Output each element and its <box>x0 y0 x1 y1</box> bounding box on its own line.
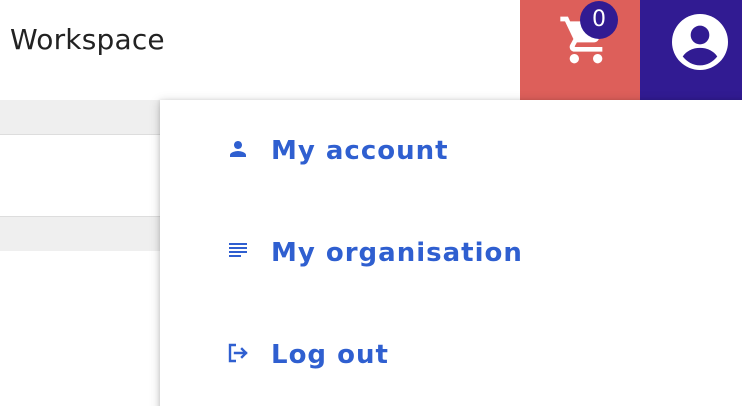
menu-item-log-out[interactable]: Log out <box>160 307 742 406</box>
menu-item-my-organisation[interactable]: My organisation <box>160 205 742 305</box>
person-icon <box>230 141 246 157</box>
account-circle-icon <box>672 14 728 70</box>
menu-item-label: My account <box>271 136 449 166</box>
menu-item-label: My organisation <box>271 238 523 268</box>
cart-count-badge: 0 <box>580 1 618 39</box>
background-row-band <box>0 216 160 251</box>
menu-item-my-account[interactable]: My account <box>160 103 742 203</box>
cart-button[interactable]: 0 <box>520 0 640 100</box>
menu-item-label: Log out <box>271 340 389 370</box>
app-title: Workspace <box>10 23 165 56</box>
top-bar: Workspace 0 <box>0 0 742 100</box>
background-row-band <box>0 100 160 135</box>
page: Workspace 0 My account My organisation L… <box>0 0 742 406</box>
account-dropdown-menu: My account My organisation Log out <box>160 100 742 406</box>
logout-icon <box>228 343 248 363</box>
notes-icon <box>229 243 247 257</box>
account-button[interactable] <box>640 0 742 100</box>
